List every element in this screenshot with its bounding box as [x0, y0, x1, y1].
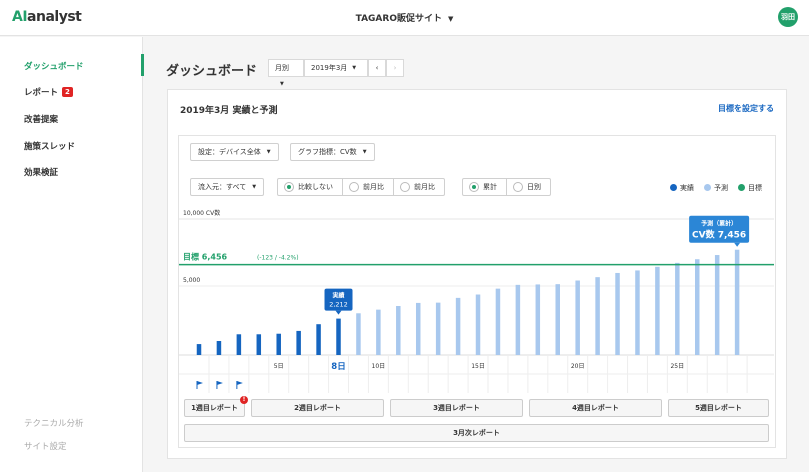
- next-month-button[interactable]: ›: [386, 59, 404, 77]
- forecast-bar: [695, 259, 700, 355]
- forecast-bar: [415, 302, 421, 355]
- goal-diff: (-123 / -4.2%): [257, 255, 299, 262]
- sidebar-item-dashboard[interactable]: ダッシュボード: [24, 60, 84, 72]
- avatar[interactable]: 羽田: [778, 7, 798, 27]
- card-title: 2019年3月 実績と予測: [180, 106, 278, 116]
- forecast-bar: [734, 249, 740, 355]
- compare-prev-month-option-2[interactable]: 前月比: [394, 179, 444, 195]
- compare-toggle: 比較しない 前月比 前月比: [277, 178, 445, 196]
- forecast-bar: [435, 302, 441, 355]
- flag-icon: [197, 381, 203, 385]
- sidebar-item-threads[interactable]: 施策スレッド: [24, 140, 75, 152]
- sidebar: [0, 37, 143, 472]
- forecast-bar: [495, 288, 501, 355]
- report-count-badge: 2: [62, 87, 73, 97]
- monthly-report-button[interactable]: 3月次レポート: [184, 424, 769, 442]
- actual-bar: [216, 341, 222, 355]
- site-name: TAGARO販促サイト: [355, 14, 442, 24]
- forecast-bar: [535, 284, 541, 355]
- page-title: ダッシュボード: [166, 64, 258, 79]
- forecast-callout-value: CV数 7,456: [692, 229, 746, 241]
- flag-icon: [236, 381, 243, 385]
- forecast-bar: [396, 306, 401, 355]
- x-tick-label: 25日: [670, 363, 684, 370]
- y-mid-label: 5,000: [183, 277, 200, 284]
- compare-prev-month-option[interactable]: 前月比: [343, 179, 394, 195]
- sidebar-item-reports[interactable]: レポート 2: [24, 86, 73, 98]
- top-bar: AIanalyst TAGARO販促サイト ▼ 羽田: [0, 0, 809, 36]
- cv-chart: 10,000 CV数 5,000 目標 6,456 (-123 / -4.2%) 5日 1…: [179, 209, 774, 393]
- week1-report-button[interactable]: 1週目レポート: [184, 399, 245, 417]
- forecast-bar: [515, 284, 521, 355]
- actual-callout-title: 実績: [333, 292, 345, 300]
- forecast-bar: [475, 294, 481, 355]
- forecast-bar: [376, 309, 381, 355]
- mode-cumulative-option[interactable]: 累計: [463, 179, 507, 195]
- forecast-bar: [615, 272, 620, 355]
- actual-bar: [336, 318, 341, 355]
- device-filter[interactable]: 設定：デバイス全体 ▼: [190, 143, 279, 161]
- forecast-bar: [356, 313, 361, 355]
- forecast-callout-pointer: [734, 242, 741, 247]
- period-type-select[interactable]: 月別▼: [268, 59, 304, 87]
- actual-bar: [316, 324, 321, 355]
- forecast-bar: [575, 280, 580, 355]
- chevron-down-icon: ▼: [447, 15, 454, 23]
- sidebar-item-settings[interactable]: サイト設定: [24, 440, 67, 452]
- actual-bar: [296, 330, 301, 355]
- prev-month-button[interactable]: ‹: [368, 59, 386, 77]
- active-nav-indicator: [141, 54, 144, 76]
- alert-icon: !: [240, 396, 248, 404]
- week4-report-button[interactable]: 4週目レポート: [529, 399, 662, 417]
- metric-filter[interactable]: グラフ指標：CV数 ▼: [290, 143, 375, 161]
- legend-goal: 目標: [738, 183, 762, 193]
- x-tick-label: 15日: [471, 363, 485, 370]
- mode-toggle: 累計 日別: [462, 178, 551, 196]
- sidebar-item-improvements[interactable]: 改善提案: [24, 113, 58, 125]
- forecast-bar: [714, 255, 720, 355]
- x-tick-label: 5日: [274, 363, 284, 370]
- legend-actual: 実績: [670, 183, 694, 193]
- period-select[interactable]: 2019年3月 ▼: [304, 59, 368, 77]
- forecast-bar: [555, 284, 560, 355]
- x-tick-label: 10日: [372, 363, 386, 370]
- source-filter[interactable]: 流入元：すべて ▼: [190, 178, 265, 196]
- week2-report-button[interactable]: 2週目レポート: [251, 399, 384, 417]
- week5-report-button[interactable]: 5週目レポート: [668, 399, 769, 417]
- week3-report-button[interactable]: 3週目レポート: [390, 399, 523, 417]
- forecast-bar: [595, 277, 600, 355]
- set-goal-link[interactable]: 目標を設定する: [718, 103, 774, 114]
- flag-icon: [216, 381, 223, 385]
- y-top-label: 10,000 CV数: [183, 209, 220, 217]
- sidebar-item-verification[interactable]: 効果検証: [24, 166, 58, 178]
- actual-bar: [276, 333, 281, 355]
- forecast-callout-title: 予測（累計）: [701, 220, 737, 228]
- actual-callout-pointer: [335, 310, 342, 315]
- forecast-bar: [455, 297, 461, 355]
- actual-bar: [196, 344, 202, 355]
- current-day-label: 8日: [331, 362, 345, 372]
- forecast-bar: [655, 266, 660, 355]
- forecast-bar: [675, 262, 680, 355]
- goal-label: 目標 6,456: [183, 252, 228, 262]
- actual-callout-value: 2,212: [329, 301, 348, 309]
- mode-daily-option[interactable]: 日別: [507, 179, 550, 195]
- legend-forecast: 予測: [704, 183, 728, 193]
- sidebar-item-technical[interactable]: テクニカル分析: [24, 417, 84, 429]
- x-tick-label: 20日: [571, 363, 585, 370]
- site-selector[interactable]: TAGARO販促サイト ▼: [0, 11, 809, 24]
- compare-none-option[interactable]: 比較しない: [278, 179, 343, 195]
- actual-bar: [256, 334, 262, 355]
- forecast-bar: [635, 270, 640, 355]
- actual-bar: [236, 334, 242, 355]
